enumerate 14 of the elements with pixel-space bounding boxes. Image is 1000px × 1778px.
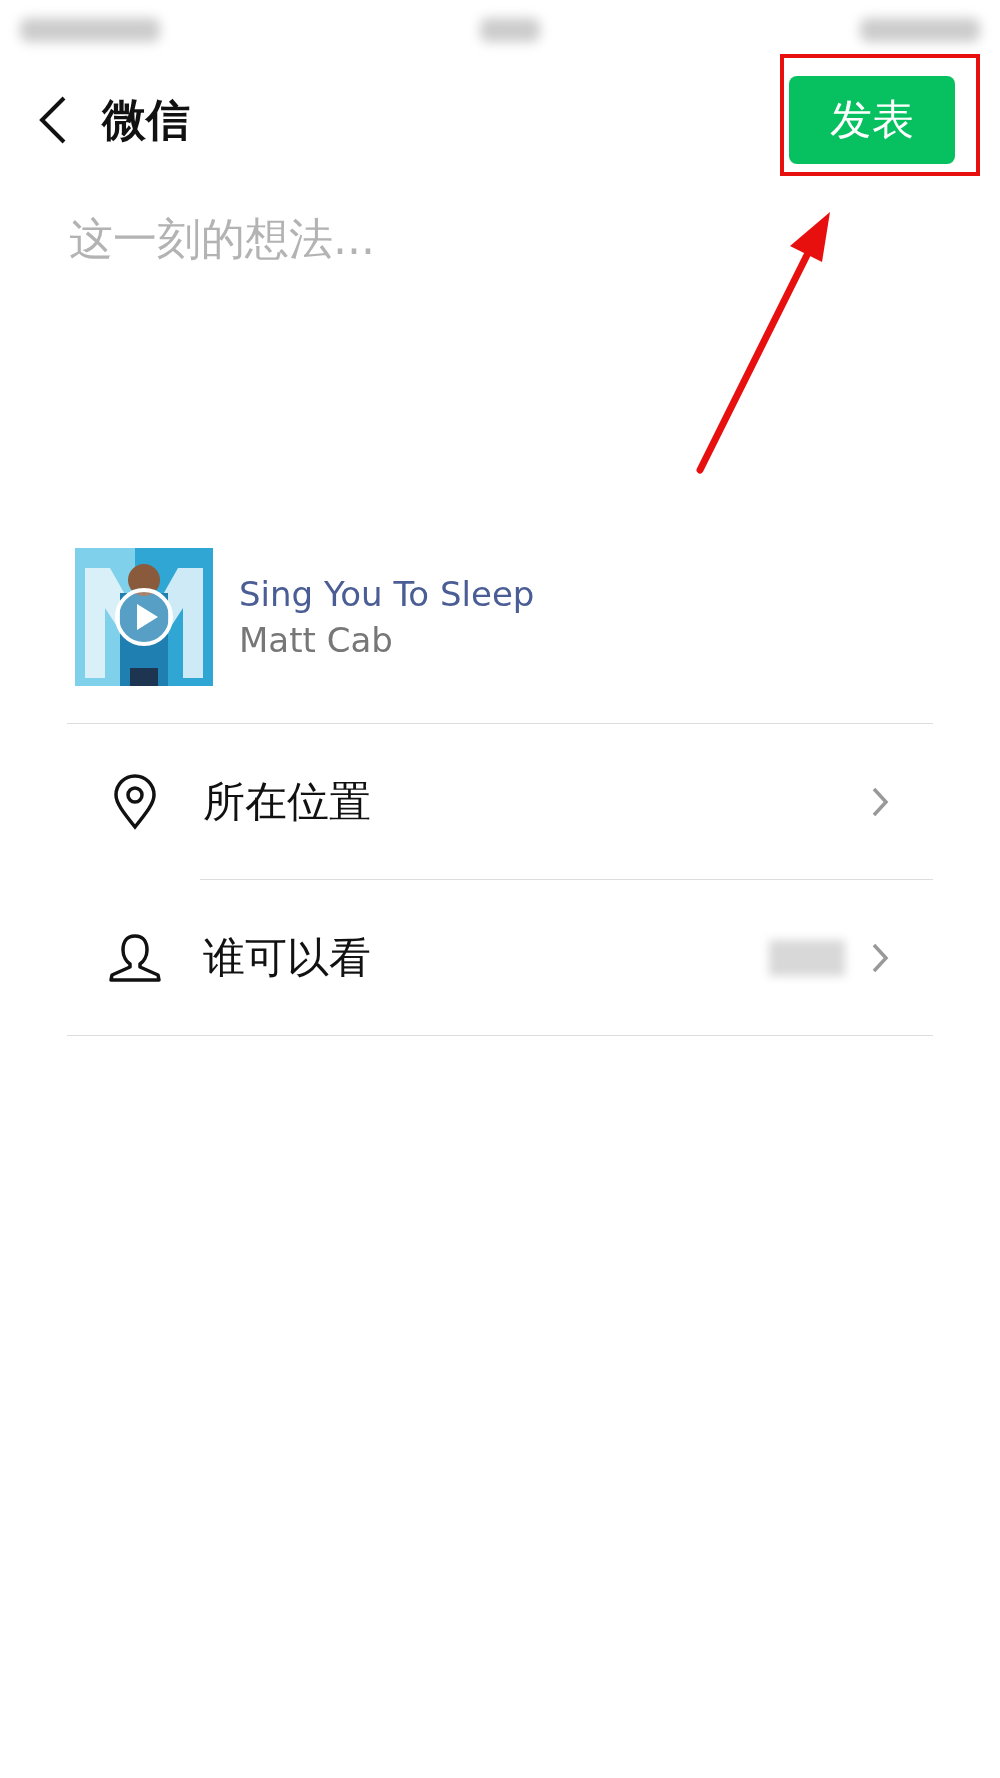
page-title: 微信: [102, 92, 191, 147]
artist-name: Matt Cab: [239, 620, 394, 660]
option-label: 谁可以看: [203, 932, 372, 984]
location-pin-icon: [113, 774, 157, 830]
play-icon[interactable]: [114, 587, 174, 647]
person-icon: [108, 933, 162, 983]
option-label: 所在位置: [203, 776, 372, 828]
option-row[interactable]: 所在位置: [67, 724, 933, 880]
chevron-right-icon: [871, 786, 889, 818]
chevron-right-icon: [871, 942, 889, 974]
back-icon[interactable]: [38, 95, 68, 145]
song-title: Sing You To Sleep: [239, 574, 535, 614]
status-bar-blur: [480, 18, 540, 42]
option-row[interactable]: 谁可以看: [67, 880, 933, 1036]
